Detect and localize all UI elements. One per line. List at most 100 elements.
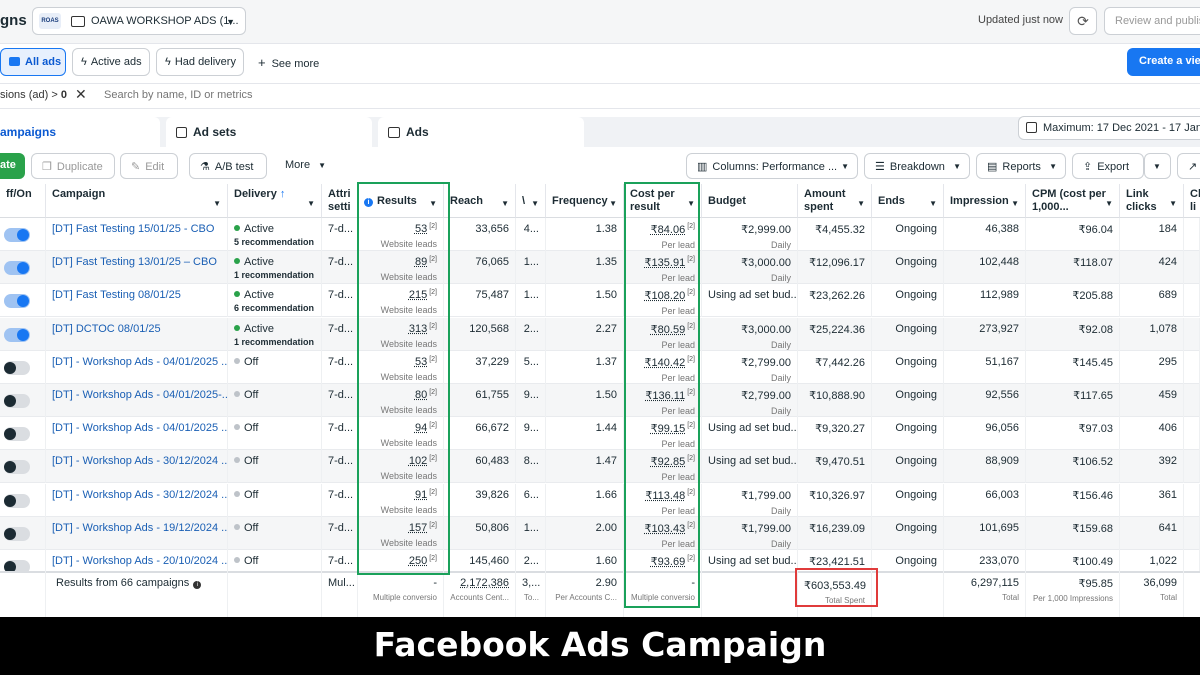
table-row[interactable]: [DT] - Workshop Ads - 04/01/2025-... Off 7… bbox=[0, 384, 1200, 417]
cell-onoff[interactable] bbox=[0, 284, 46, 317]
table-row[interactable]: [DT] Fast Testing 13/01/25 – CBO Active 1 … bbox=[0, 251, 1200, 284]
cell-campaign[interactable]: [DT] - Workshop Ads - 30/12/2024 ... bbox=[46, 450, 228, 483]
create-button[interactable]: ate bbox=[0, 153, 25, 179]
columns-dropdown[interactable]: ▥ Columns: Performance ... ▼ bbox=[686, 153, 858, 179]
chart-toggle-button[interactable]: ↗ bbox=[1177, 153, 1200, 179]
reports-dropdown[interactable]: ▤ Reports ▼ bbox=[976, 153, 1066, 179]
col-amount-spent[interactable]: Amount spent ▼ bbox=[798, 184, 872, 218]
col-v[interactable]: \ ▼ bbox=[516, 184, 546, 218]
campaign-name-link[interactable]: [DT] DCTOC 08/01/25 bbox=[52, 323, 161, 335]
col-frequency[interactable]: Frequency ▼ bbox=[546, 184, 624, 218]
table-row[interactable]: [DT] - Workshop Ads - 04/01/2025 ... Off 7… bbox=[0, 417, 1200, 450]
cell-campaign[interactable]: [DT] - Workshop Ads - 04/01/2025-... bbox=[46, 384, 228, 417]
all-ads-filter[interactable]: All ads bbox=[0, 48, 66, 76]
campaign-toggle[interactable] bbox=[4, 328, 30, 342]
table-row[interactable]: [DT] - Workshop Ads - 19/12/2024 ... Off 7… bbox=[0, 517, 1200, 550]
cell-campaign[interactable]: [DT] Fast Testing 08/01/25 bbox=[46, 284, 228, 317]
table-row[interactable]: [DT] DCTOC 08/01/25 Active 1 recommendatio… bbox=[0, 318, 1200, 351]
create-view-button[interactable]: Create a view bbox=[1127, 48, 1200, 76]
campaign-name-link[interactable]: [DT] - Workshop Ads - 30/12/2024 ... bbox=[52, 489, 227, 501]
col-ends[interactable]: Ends ▼ bbox=[872, 184, 944, 218]
cell-campaign[interactable]: [DT] DCTOC 08/01/25 bbox=[46, 318, 228, 351]
recommendation-link[interactable]: 6 recommendation bbox=[234, 303, 315, 313]
col-delivery[interactable]: Delivery ↑ ▼ bbox=[228, 184, 322, 218]
recommendation-link[interactable]: 5 recommendation bbox=[234, 237, 315, 247]
cell-onoff[interactable] bbox=[0, 218, 46, 251]
campaign-toggle[interactable] bbox=[4, 261, 30, 275]
campaign-toggle[interactable] bbox=[4, 427, 30, 441]
cell-onoff[interactable] bbox=[0, 417, 46, 450]
campaign-name-link[interactable]: [DT] Fast Testing 08/01/25 bbox=[52, 289, 181, 301]
col-campaign[interactable]: Campaign ▼ bbox=[46, 184, 228, 218]
table-row[interactable]: [DT] - Workshop Ads - 04/01/2025 ... Off 7… bbox=[0, 351, 1200, 384]
recommendation-link[interactable]: 1 recommendation bbox=[234, 337, 315, 347]
col-cost-per-result[interactable]: Cost per result ▼ bbox=[624, 184, 702, 218]
account-selector[interactable]: ROAS OAWA WORKSHOP ADS (1... ▼ bbox=[32, 7, 246, 35]
cell-onoff[interactable] bbox=[0, 318, 46, 351]
campaign-name-link[interactable]: [DT] - Workshop Ads - 20/10/2024 ... bbox=[52, 555, 227, 567]
col-attribution[interactable]: Attri setti bbox=[322, 184, 358, 218]
campaign-name-link[interactable]: [DT] - Workshop Ads - 30/12/2024 ... bbox=[52, 455, 227, 467]
col-cl[interactable]: Cl li bbox=[1184, 184, 1200, 218]
cell-onoff[interactable] bbox=[0, 384, 46, 417]
campaign-name-link[interactable]: [DT] Fast Testing 13/01/25 – CBO bbox=[52, 256, 217, 268]
campaign-toggle[interactable] bbox=[4, 394, 30, 408]
campaign-name-link[interactable]: [DT] Fast Testing 15/01/25 - CBO bbox=[52, 223, 214, 235]
cell-onoff[interactable] bbox=[0, 450, 46, 483]
col-onoff[interactable]: ff/On bbox=[0, 184, 46, 218]
edit-button[interactable]: ✎ Edit bbox=[120, 153, 178, 179]
campaign-toggle[interactable] bbox=[4, 527, 30, 541]
active-ads-filter[interactable]: ϟ Active ads bbox=[72, 48, 150, 76]
campaign-toggle[interactable] bbox=[4, 460, 30, 474]
search-input[interactable] bbox=[96, 89, 504, 101]
col-budget[interactable]: Budget bbox=[702, 184, 798, 218]
col-reach[interactable]: Reach ▼ bbox=[444, 184, 516, 218]
campaign-name-link[interactable]: [DT] - Workshop Ads - 04/01/2025 ... bbox=[52, 356, 227, 368]
col-cpm[interactable]: CPM (cost per 1,000... ▼ bbox=[1026, 184, 1120, 218]
cell-delivery: Off bbox=[228, 384, 322, 417]
duplicate-button[interactable]: ❐ Duplicate bbox=[31, 153, 115, 179]
campaign-toggle[interactable] bbox=[4, 361, 30, 375]
col-impressions[interactable]: Impression ▼ bbox=[944, 184, 1026, 218]
col-link-clicks[interactable]: Link clicks ▼ bbox=[1120, 184, 1184, 218]
refresh-button[interactable]: ⟳ bbox=[1069, 7, 1097, 35]
cell-campaign[interactable]: [DT] Fast Testing 15/01/25 - CBO bbox=[46, 218, 228, 251]
cell-campaign[interactable]: [DT] - Workshop Ads - 30/12/2024 ... bbox=[46, 484, 228, 517]
campaign-name-link[interactable]: [DT] - Workshop Ads - 04/01/2025-... bbox=[52, 389, 227, 401]
tab-ads[interactable]: Ads bbox=[378, 117, 584, 147]
cell-campaign[interactable]: [DT] - Workshop Ads - 04/01/2025 ... bbox=[46, 351, 228, 384]
filter-chip[interactable]: sions (ad) > 0 bbox=[0, 89, 67, 101]
tab-ad-sets[interactable]: Ad sets bbox=[166, 117, 372, 147]
table-row[interactable]: [DT] - Workshop Ads - 30/12/2024 ... Off 7… bbox=[0, 484, 1200, 517]
caption-banner: Facebook Ads Campaign bbox=[0, 617, 1200, 675]
cell-onoff[interactable] bbox=[0, 484, 46, 517]
export-options-dropdown[interactable]: ▼ bbox=[1144, 153, 1171, 179]
ab-test-button[interactable]: ⚗ A/B test bbox=[189, 153, 267, 179]
see-more-button[interactable]: + See more bbox=[258, 55, 319, 70]
tab-campaigns[interactable]: ampaigns bbox=[0, 117, 160, 147]
campaign-name-link[interactable]: [DT] - Workshop Ads - 04/01/2025 ... bbox=[52, 422, 227, 434]
cell-onoff[interactable] bbox=[0, 251, 46, 284]
review-publish-button[interactable]: Review and publis bbox=[1104, 7, 1200, 35]
breakdown-dropdown[interactable]: ☰ Breakdown ▼ bbox=[864, 153, 970, 179]
cell-campaign[interactable]: [DT] - Workshop Ads - 04/01/2025 ... bbox=[46, 417, 228, 450]
cell-campaign[interactable]: [DT] - Workshop Ads - 19/12/2024 ... bbox=[46, 517, 228, 550]
close-icon[interactable]: ✕ bbox=[75, 86, 87, 103]
had-delivery-filter[interactable]: ϟ Had delivery bbox=[156, 48, 244, 76]
cell-budget: ₹2,799.00 Daily bbox=[702, 351, 798, 384]
campaign-toggle[interactable] bbox=[4, 228, 30, 242]
table-row[interactable]: [DT] Fast Testing 15/01/25 - CBO Active 5 … bbox=[0, 218, 1200, 251]
campaign-toggle[interactable] bbox=[4, 294, 30, 308]
more-menu[interactable]: More ▼ bbox=[285, 159, 326, 171]
campaign-toggle[interactable] bbox=[4, 494, 30, 508]
export-button[interactable]: ⇪ Export bbox=[1072, 153, 1144, 179]
col-results[interactable]: i Results ▼ bbox=[358, 184, 444, 218]
cell-onoff[interactable] bbox=[0, 517, 46, 550]
date-range-picker[interactable]: Maximum: 17 Dec 2021 - 17 Jan 2 bbox=[1018, 116, 1200, 140]
table-row[interactable]: [DT] Fast Testing 08/01/25 Active 6 recomm… bbox=[0, 284, 1200, 317]
recommendation-link[interactable]: 1 recommendation bbox=[234, 270, 315, 280]
cell-onoff[interactable] bbox=[0, 351, 46, 384]
campaign-name-link[interactable]: [DT] - Workshop Ads - 19/12/2024 ... bbox=[52, 522, 227, 534]
cell-campaign[interactable]: [DT] Fast Testing 13/01/25 – CBO bbox=[46, 251, 228, 284]
table-row[interactable]: [DT] - Workshop Ads - 30/12/2024 ... Off 7… bbox=[0, 450, 1200, 483]
